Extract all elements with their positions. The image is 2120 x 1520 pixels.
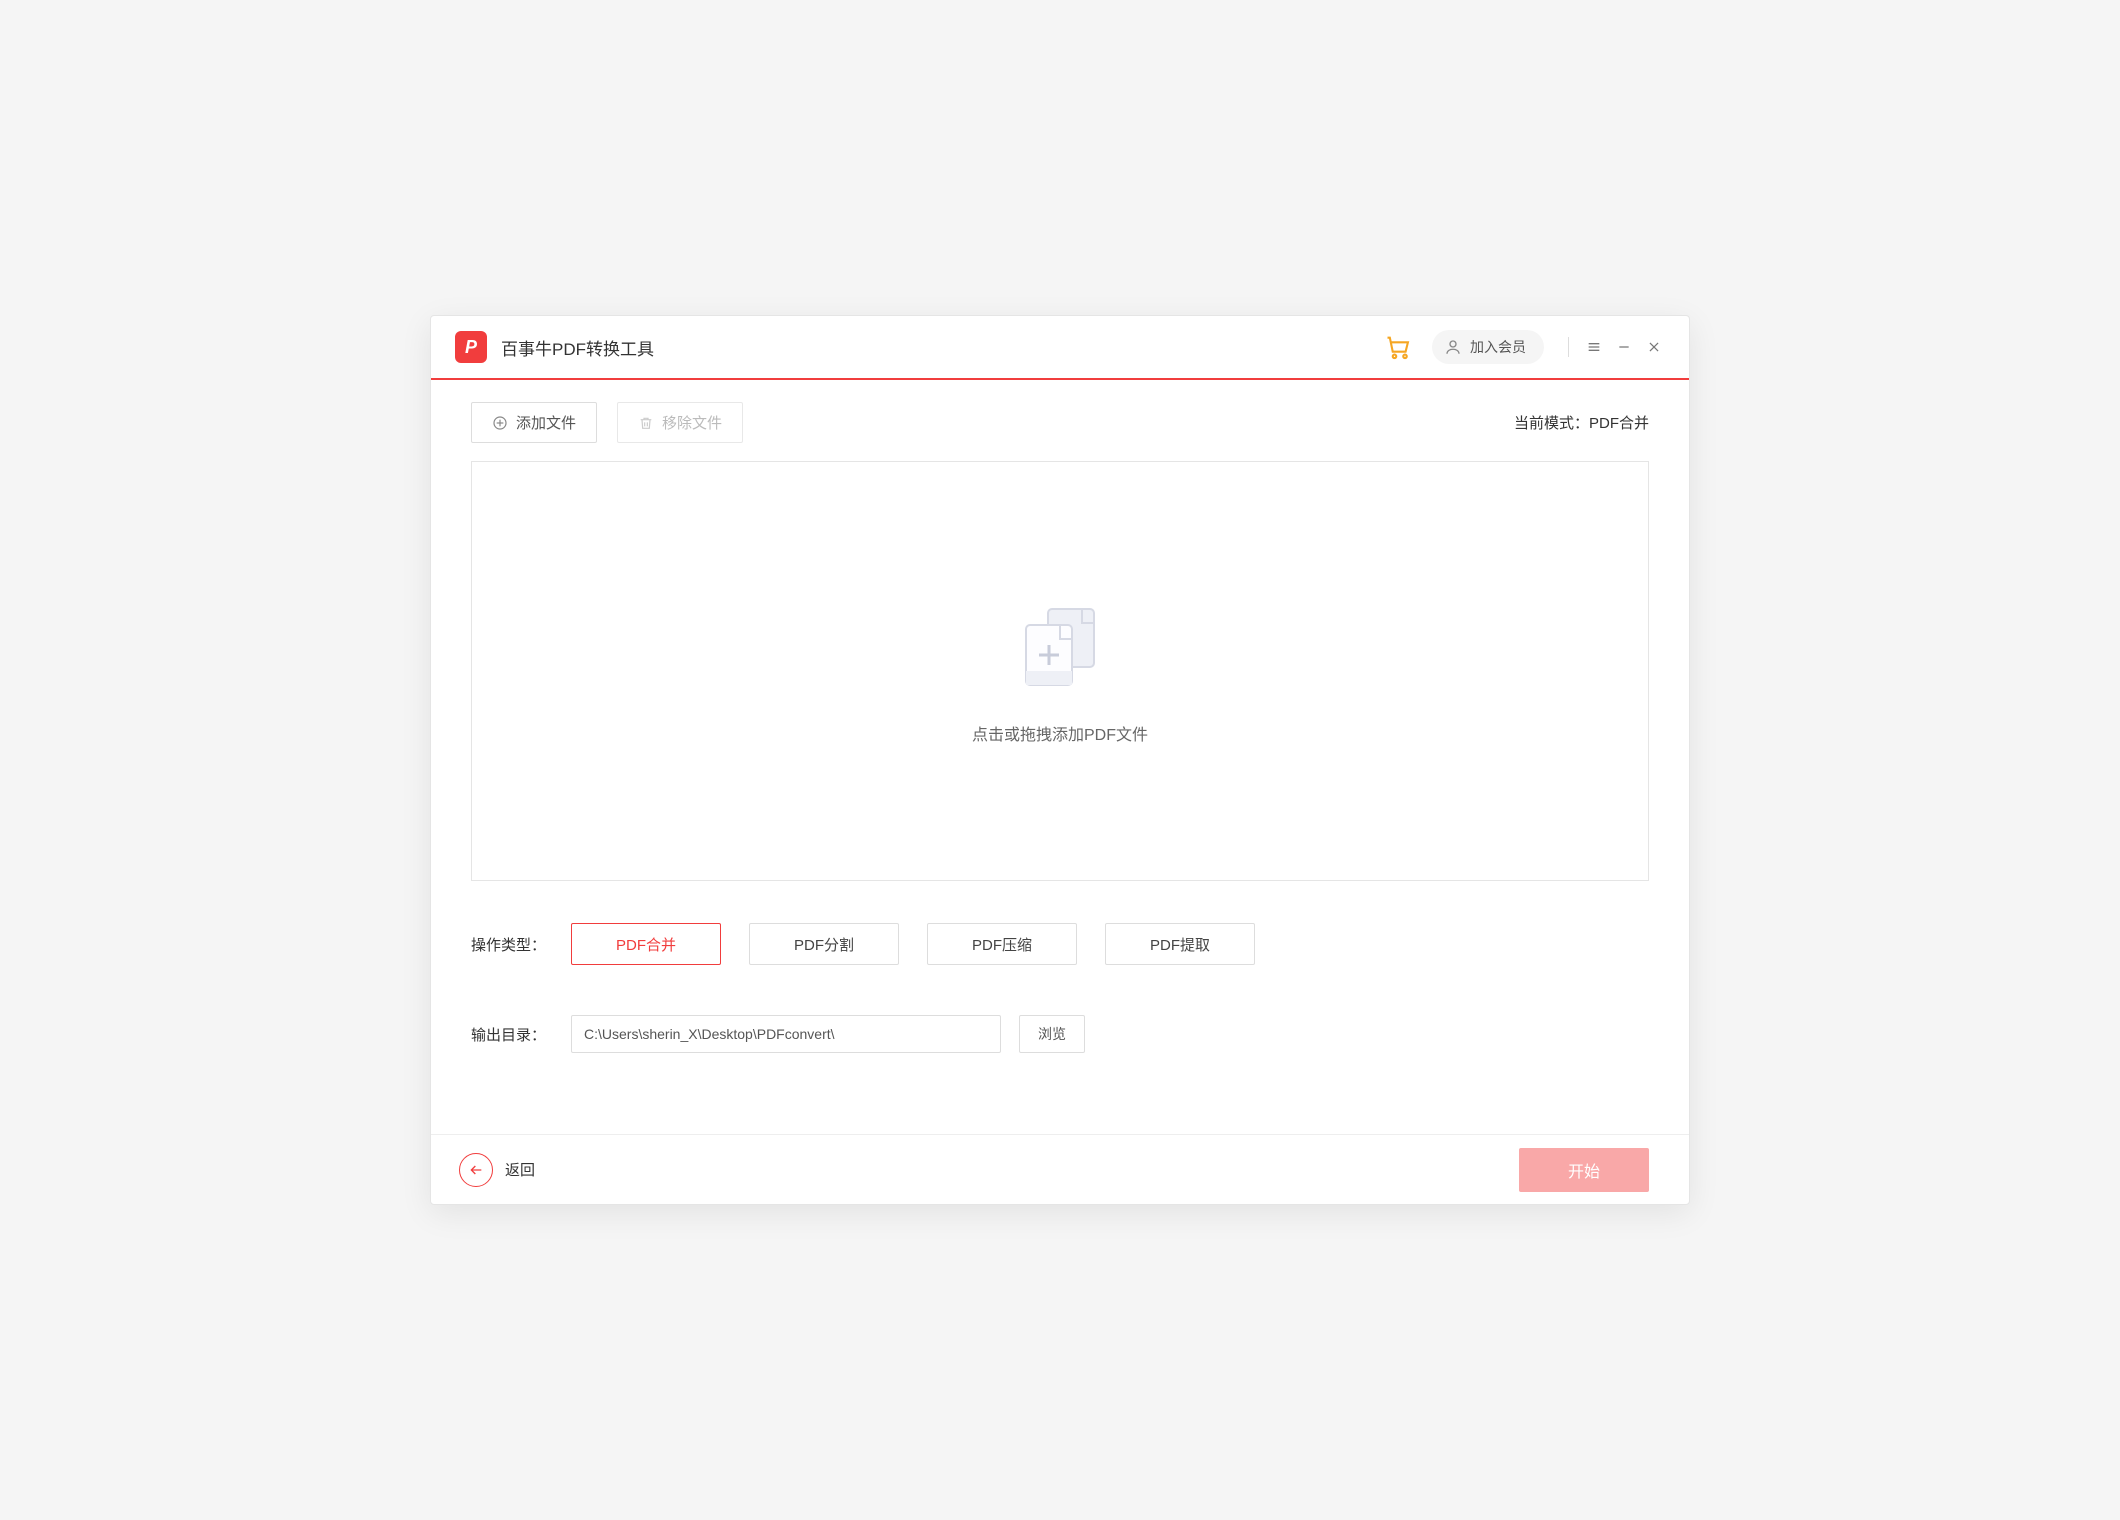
app-logo: P [455,331,487,363]
app-window: P 百事牛PDF转换工具 加入会员 [430,315,1690,1205]
close-icon [1647,340,1661,354]
op-merge-button[interactable]: PDF合并 [571,923,721,965]
op-split-button[interactable]: PDF分割 [749,923,899,965]
back-arrow-icon [459,1153,493,1187]
dropzone-hint: 点击或拖拽添加PDF文件 [972,721,1148,745]
titlebar-divider [1568,337,1569,357]
minimize-icon [1617,340,1631,354]
app-title: 百事牛PDF转换工具 [501,335,654,360]
operation-label: 操作类型： [471,934,571,955]
add-file-button[interactable]: 添加文件 [471,402,597,443]
browse-button[interactable]: 浏览 [1019,1015,1085,1053]
footer: 返回 开始 [431,1134,1689,1204]
remove-file-button[interactable]: 移除文件 [617,402,743,443]
operation-section: 操作类型： PDF合并 PDF分割 PDF压缩 PDF提取 [431,923,1689,965]
menu-icon [1586,339,1602,355]
current-mode: 当前模式：PDF合并 [1514,412,1649,433]
trash-icon [638,415,654,431]
add-file-icon [1010,597,1110,697]
plus-circle-icon [492,415,508,431]
start-button[interactable]: 开始 [1519,1148,1649,1192]
back-label: 返回 [505,1159,535,1180]
minimize-button[interactable] [1609,332,1639,362]
user-icon [1444,338,1462,356]
remove-file-label: 移除文件 [662,412,722,433]
member-label: 加入会员 [1470,337,1526,357]
output-section: 输出目录： 浏览 [431,1015,1689,1053]
menu-button[interactable] [1579,332,1609,362]
join-member-button[interactable]: 加入会员 [1432,330,1544,364]
add-file-label: 添加文件 [516,412,576,433]
op-extract-button[interactable]: PDF提取 [1105,923,1255,965]
op-compress-button[interactable]: PDF压缩 [927,923,1077,965]
mode-prefix: 当前模式： [1514,415,1589,432]
toolbar: 添加文件 移除文件 当前模式：PDF合并 [431,380,1689,461]
app-logo-letter: P [465,337,477,358]
mode-value: PDF合并 [1589,415,1649,432]
file-dropzone[interactable]: 点击或拖拽添加PDF文件 [471,461,1649,881]
titlebar: P 百事牛PDF转换工具 加入会员 [431,316,1689,380]
output-label: 输出目录： [471,1024,571,1045]
back-button[interactable]: 返回 [459,1153,535,1187]
close-button[interactable] [1639,332,1669,362]
output-path-input[interactable] [571,1015,1001,1053]
cart-icon[interactable] [1384,333,1412,361]
